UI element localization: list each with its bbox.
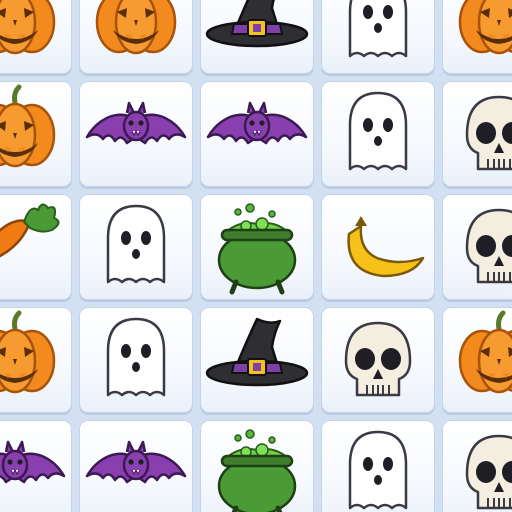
pumpkin-icon <box>458 0 512 55</box>
cauldron-icon <box>217 429 297 512</box>
bat-icon <box>206 101 308 145</box>
skull-icon <box>344 321 412 397</box>
banana-icon <box>347 216 425 278</box>
tile-bat[interactable] <box>200 81 314 187</box>
pumpkin-icon <box>0 0 56 55</box>
tile-cauldron[interactable] <box>200 194 314 300</box>
tile-bat[interactable] <box>0 420 72 512</box>
bat-icon <box>0 440 66 484</box>
game-board <box>0 0 512 512</box>
tile-ghost[interactable] <box>321 0 435 74</box>
skull-icon <box>465 434 512 510</box>
tile-ghost[interactable] <box>79 194 193 300</box>
bat-icon <box>85 101 187 145</box>
witch-hat-icon <box>205 0 309 48</box>
pumpkin-icon <box>0 310 56 394</box>
bat-icon <box>85 440 187 484</box>
cauldron-icon <box>217 203 297 295</box>
tile-pumpkin[interactable] <box>442 307 512 413</box>
ghost-icon <box>106 204 166 284</box>
ghost-icon <box>106 317 166 397</box>
tile-witch-hat[interactable] <box>200 0 314 74</box>
tile-pumpkin[interactable] <box>0 307 72 413</box>
ghost-icon <box>348 430 408 510</box>
tile-skull[interactable] <box>442 194 512 300</box>
tile-bat[interactable] <box>79 420 193 512</box>
skull-icon <box>465 95 512 171</box>
tile-pumpkin[interactable] <box>0 0 72 74</box>
ghost-icon <box>348 91 408 171</box>
tile-cauldron[interactable] <box>200 420 314 512</box>
tile-ghost[interactable] <box>321 420 435 512</box>
tile-witch-hat[interactable] <box>200 307 314 413</box>
tile-carrot[interactable] <box>0 194 72 300</box>
tile-banana[interactable] <box>321 194 435 300</box>
tile-ghost[interactable] <box>79 307 193 413</box>
tile-skull[interactable] <box>321 307 435 413</box>
ghost-icon <box>348 0 408 58</box>
skull-icon <box>465 208 512 284</box>
tile-pumpkin[interactable] <box>0 81 72 187</box>
carrot-icon <box>0 203 60 258</box>
tile-skull[interactable] <box>442 420 512 512</box>
tile-skull[interactable] <box>442 81 512 187</box>
tile-pumpkin[interactable] <box>79 0 193 74</box>
pumpkin-icon <box>0 84 56 168</box>
tile-bat[interactable] <box>79 81 193 187</box>
witch-hat-icon <box>205 317 309 387</box>
pumpkin-icon <box>95 0 177 55</box>
pumpkin-icon <box>458 310 512 394</box>
tile-pumpkin[interactable] <box>442 0 512 74</box>
tile-ghost[interactable] <box>321 81 435 187</box>
